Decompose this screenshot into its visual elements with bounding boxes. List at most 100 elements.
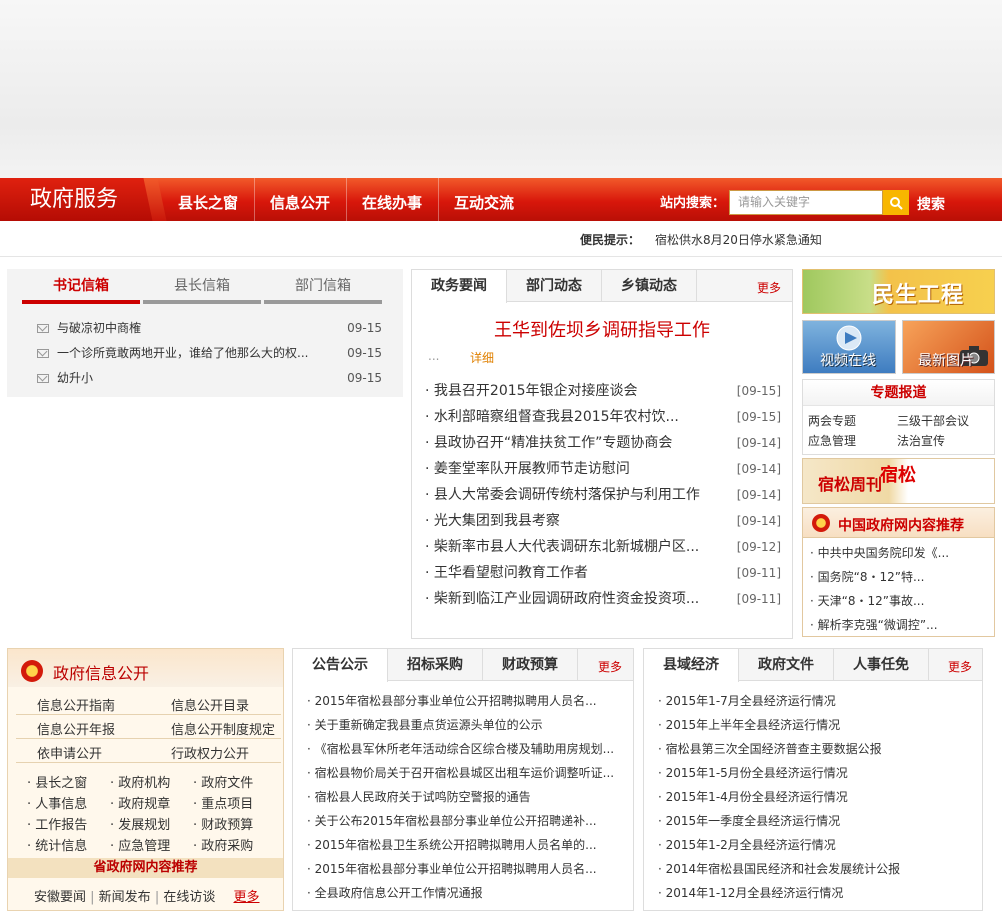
china-gov-item[interactable]: · 国务院“8・12”特...: [810, 568, 990, 585]
notice-item[interactable]: · 2015年宿松县部分事业单位公开招聘拟聘用人员名...: [307, 860, 627, 877]
notice-item[interactable]: · 宿松县人民政府关于试鸣防空警报的通告: [307, 788, 627, 805]
economy-more-link[interactable]: 更多: [948, 658, 972, 675]
economy-item[interactable]: · 2014年宿松县国民经济和社会发展统计公报: [658, 860, 976, 877]
economy-item[interactable]: · 2015年1-5月份全县经济运行情况: [658, 764, 976, 781]
news-item[interactable]: · 柴新到临江产业园调研政府性资金投资项... [09-11]: [425, 586, 781, 612]
headline-title[interactable]: 王华到佐坝乡调研指导工作: [411, 316, 793, 342]
search-button[interactable]: 搜索: [917, 194, 945, 214]
tab-department-news[interactable]: 部门动态: [507, 270, 602, 302]
news-item[interactable]: · 县人大常委会调研传统村落保护与利用工作 [09-14]: [425, 482, 781, 508]
gov-link[interactable]: 信息公开指南: [37, 695, 115, 714]
notice-item[interactable]: · 关于重新确定我县重点货运源头单位的公示: [307, 716, 627, 733]
mail-item-title: 幼升小: [57, 371, 94, 385]
notice-item[interactable]: · 关于公布2015年宿松县部分事业单位公开招聘递补...: [307, 812, 627, 829]
divider: [16, 714, 281, 715]
notice-item[interactable]: · 2015年宿松县部分事业单位公开招聘拟聘用人员名...: [307, 692, 627, 709]
mail-item[interactable]: 一个诊所竟敢两地开业，谁给了他那么大的权... 09-15: [37, 343, 382, 363]
gov-small-link[interactable]: · 政府文件: [193, 772, 253, 791]
headline-ellipsis: ...: [428, 349, 440, 363]
economy-item[interactable]: · 2015年1-2月全县经济运行情况: [658, 836, 976, 853]
search-icon-button[interactable]: [883, 190, 909, 215]
news-item[interactable]: · 柴新率市县人大代表调研东北新城棚户区... [09-12]: [425, 534, 781, 560]
china-gov-item[interactable]: · 中共中央国务院印发《...: [810, 544, 990, 561]
tab-personnel[interactable]: 人事任免: [834, 649, 929, 681]
tab-gov-documents[interactable]: 政府文件: [739, 649, 834, 681]
news-item[interactable]: · 王华看望慰问教育工作者 [09-11]: [425, 560, 781, 586]
gov-link[interactable]: 行政权力公开: [171, 743, 249, 762]
province-link[interactable]: 安徽要闻: [34, 890, 86, 905]
news-item[interactable]: · 我县召开2015年银企对接座谈会 [09-15]: [425, 378, 781, 404]
nav-item-interaction[interactable]: 互动交流: [438, 178, 530, 221]
tab-secretary-mailbox[interactable]: 书记信箱: [22, 275, 140, 295]
province-link[interactable]: 新闻发布: [99, 890, 151, 905]
topic-link[interactable]: 三级干部会议: [897, 412, 969, 429]
nav-item-info-disclosure[interactable]: 信息公开: [254, 178, 348, 221]
economy-item[interactable]: · 宿松县第三次全国经济普查主要数据公报: [658, 740, 976, 757]
tab-department-mailbox[interactable]: 部门信箱: [264, 275, 382, 295]
news-item-date: [09-15]: [736, 410, 781, 424]
notice-item[interactable]: · 2015年宿松县卫生系统公开招聘拟聘用人员名单的...: [307, 836, 627, 853]
news-item-title: 柴新率市县人大代表调研东北新城棚户区...: [433, 539, 700, 555]
topic-link[interactable]: 两会专题: [808, 412, 856, 429]
gov-small-link[interactable]: · 发展规划: [110, 814, 170, 833]
gov-small-link[interactable]: · 县长之窗: [27, 772, 87, 791]
news-item[interactable]: · 水利部暗察组督查我县2015年农村饮... [09-15]: [425, 404, 781, 430]
gov-small-link-text: 发展规划: [118, 818, 171, 833]
gov-small-link[interactable]: · 人事信息: [27, 793, 87, 812]
economy-item-text: 2015年1-4月份全县经济运行情况: [665, 790, 848, 804]
tab-government-news[interactable]: 政务要闻: [412, 270, 507, 303]
gov-small-link[interactable]: · 应急管理: [110, 835, 170, 854]
notice-item[interactable]: · 全县政府信息公开工作情况通报: [307, 884, 627, 901]
economy-item[interactable]: · 2015年1-4月份全县经济运行情况: [658, 788, 976, 805]
notice-link[interactable]: 宿松供水8月20日停水紧急通知: [655, 231, 822, 248]
gov-link[interactable]: 信息公开年报: [37, 719, 115, 738]
tab-county-economy[interactable]: 县域经济: [644, 649, 739, 682]
notice-more-link[interactable]: 更多: [598, 658, 622, 675]
china-gov-item[interactable]: · 天津“8・12”事故...: [810, 592, 990, 609]
gov-small-link[interactable]: · 工作报告: [27, 814, 87, 833]
gov-link[interactable]: 信息公开目录: [171, 695, 249, 714]
gov-small-link[interactable]: · 财政预算: [193, 814, 253, 833]
notice-item-text: 《宿松县军休所老年活动综合区综合楼及辅助用房规划...: [314, 742, 615, 756]
news-item[interactable]: · 县政协召开“精准扶贫工作”专题协商会 [09-14]: [425, 430, 781, 456]
notice-item[interactable]: · 《宿松县军休所老年活动综合区综合楼及辅助用房规划...: [307, 740, 627, 757]
gov-small-link[interactable]: · 统计信息: [27, 835, 87, 854]
gov-small-link[interactable]: · 政府规章: [110, 793, 170, 812]
mail-item[interactable]: 与破凉初中商榷 09-15: [37, 318, 382, 338]
tab-announcements[interactable]: 公告公示: [293, 649, 388, 682]
notice-item[interactable]: · 宿松县物价局关于召开宿松县城区出租车运价调整听证...: [307, 764, 627, 781]
news-more-link[interactable]: 更多: [757, 279, 781, 296]
province-link[interactable]: 在线访谈: [163, 890, 215, 905]
economy-item[interactable]: · 2015年一季度全县经济运行情况: [658, 812, 976, 829]
headline-detail-link[interactable]: 详细: [470, 349, 494, 366]
mail-item[interactable]: 幼升小 09-15: [37, 368, 382, 388]
economy-item[interactable]: · 2015年1-7月全县经济运行情况: [658, 692, 976, 709]
gov-small-link[interactable]: · 政府采购: [193, 835, 253, 854]
weekly-banner-label: 宿松周刊: [818, 475, 883, 494]
gov-small-link[interactable]: · 政府机构: [110, 772, 170, 791]
tab-county-mailbox[interactable]: 县长信箱: [143, 275, 261, 295]
news-item[interactable]: · 姜奎堂率队开展教师节走访慰问 [09-14]: [425, 456, 781, 482]
gov-link[interactable]: 依申请公开: [37, 743, 102, 762]
news-item-title: 县政协召开“精准扶贫工作”专题协商会: [433, 435, 673, 451]
china-gov-item[interactable]: · 解析李克强“微调控”...: [810, 616, 990, 633]
notice-label: 便民提示：: [580, 233, 641, 247]
tab-underline: [264, 300, 382, 304]
economy-item[interactable]: · 2014年1-12月全县经济运行情况: [658, 884, 976, 901]
nav-item-county-window[interactable]: 县长之窗: [162, 178, 256, 221]
china-gov-item-text: 国务院“8・12”特...: [817, 570, 925, 584]
tab-bidding[interactable]: 招标采购: [388, 649, 483, 681]
province-more-link[interactable]: 更多: [234, 890, 260, 905]
tab-township-news[interactable]: 乡镇动态: [602, 270, 697, 302]
search-input[interactable]: 请输入关键字: [729, 190, 883, 215]
news-item-title: 水利部暗察组督查我县2015年农村饮...: [433, 409, 679, 425]
gov-small-link[interactable]: · 重点项目: [193, 793, 253, 812]
news-item[interactable]: · 光大集团到我县考察 [09-14]: [425, 508, 781, 534]
economy-item[interactable]: · 2015年上半年全县经济运行情况: [658, 716, 976, 733]
news-item-title: 柴新到临江产业园调研政府性资金投资项...: [433, 591, 700, 607]
topic-link[interactable]: 法治宣传: [897, 432, 945, 449]
tab-budget[interactable]: 财政预算: [483, 649, 578, 681]
topic-link[interactable]: 应急管理: [808, 432, 856, 449]
gov-link[interactable]: 信息公开制度规定: [171, 719, 275, 738]
nav-item-online-service[interactable]: 在线办事: [346, 178, 440, 221]
